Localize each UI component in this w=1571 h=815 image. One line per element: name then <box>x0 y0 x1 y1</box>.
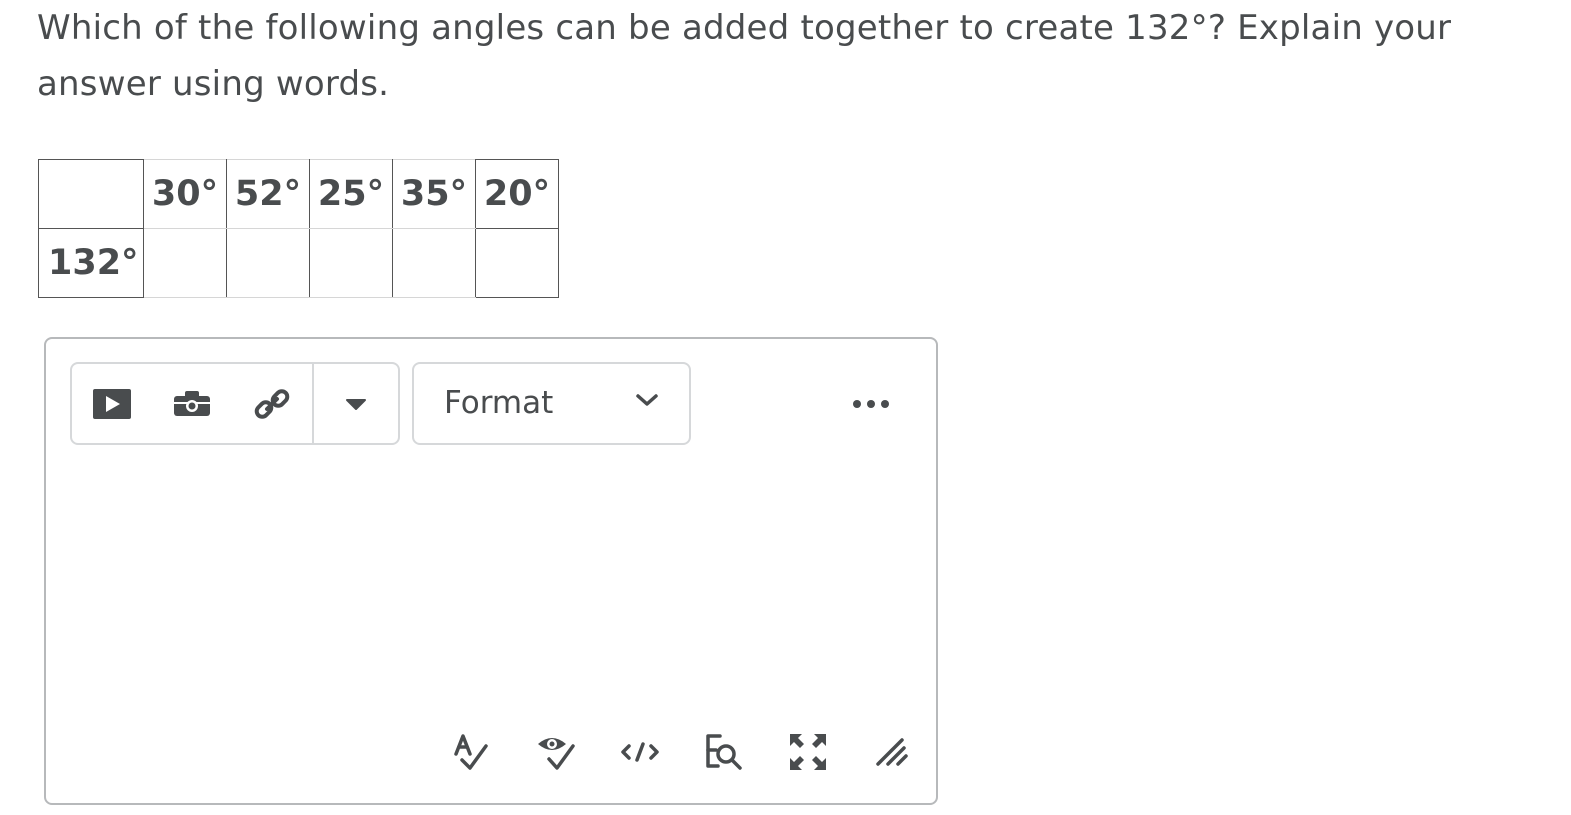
table-cell <box>226 228 310 298</box>
fullscreen-button[interactable] <box>783 727 833 777</box>
angle-header-cell: 35° <box>392 159 476 229</box>
chevron-down-icon <box>636 394 658 406</box>
insert-video-button[interactable] <box>72 364 152 443</box>
source-code-icon <box>621 742 659 762</box>
camera-icon <box>174 390 210 416</box>
angle-header-cell: 25° <box>309 159 393 229</box>
dropdown-caret-icon <box>346 398 366 410</box>
table-cell <box>309 228 393 298</box>
spellcheck-icon <box>454 734 488 770</box>
editor-footer-tools <box>46 727 936 777</box>
video-icon <box>93 388 131 419</box>
table-row: 132° <box>38 228 559 298</box>
link-icon <box>254 388 290 419</box>
table-cell <box>143 228 227 298</box>
question-prompt: Which of the following angles can be add… <box>37 8 1452 104</box>
angle-header-cell: 30° <box>143 159 227 229</box>
find-replace-button[interactable] <box>699 727 749 777</box>
insert-link-button[interactable] <box>232 364 312 443</box>
angles-table: 30° 52° 25° 35° 20° 132° <box>38 159 559 298</box>
find-replace-icon <box>706 734 742 770</box>
toolbar-divider <box>312 364 314 443</box>
more-options-icon <box>853 400 889 408</box>
table-cell <box>475 228 559 298</box>
insert-toolbar-group <box>70 362 400 445</box>
table-corner-cell <box>38 159 144 229</box>
accessibility-check-icon <box>538 738 575 770</box>
table-cell <box>392 228 476 298</box>
table-header-row: 30° 52° 25° 35° 20° <box>38 159 559 229</box>
source-code-button[interactable] <box>615 727 665 777</box>
angle-header-cell: 52° <box>226 159 310 229</box>
rich-text-editor[interactable]: Format <box>44 337 938 805</box>
resize-handle-icon <box>876 738 908 766</box>
format-dropdown[interactable]: Format <box>412 362 691 445</box>
fullscreen-icon <box>790 734 826 770</box>
spellcheck-button[interactable] <box>447 727 497 777</box>
insert-more-dropdown[interactable] <box>316 364 396 443</box>
resize-handle[interactable] <box>867 727 917 777</box>
table-row-label: 132° <box>38 228 144 298</box>
angle-header-cell: 20° <box>475 159 559 229</box>
accessibility-check-button[interactable] <box>531 727 581 777</box>
more-options-button[interactable] <box>842 384 902 424</box>
insert-image-button[interactable] <box>152 364 232 443</box>
format-label: Format <box>444 385 554 421</box>
